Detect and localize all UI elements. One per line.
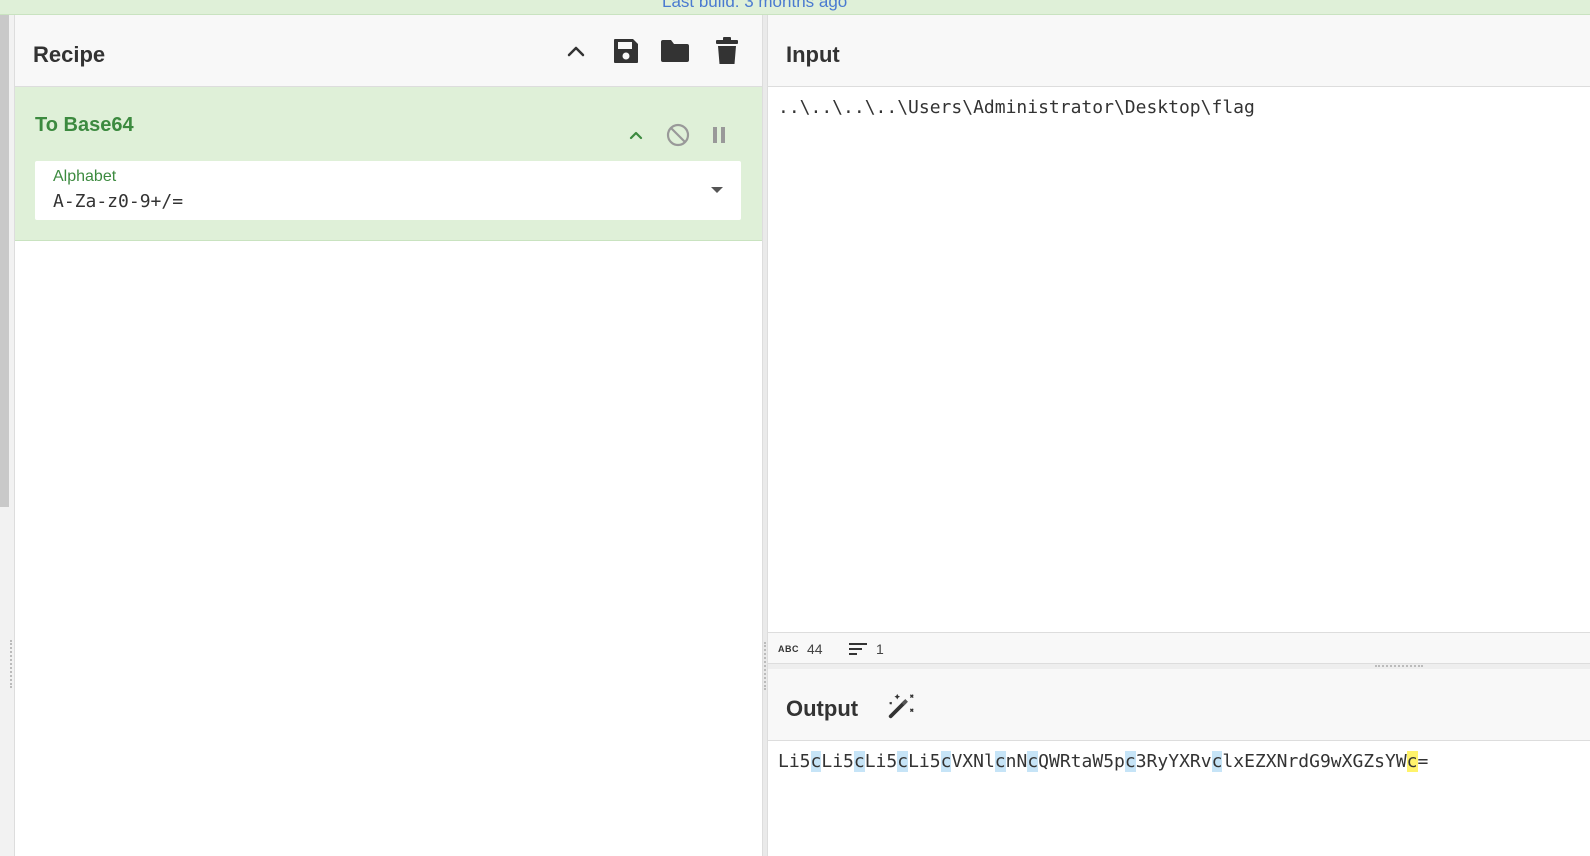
- input-lines-stat: 1: [848, 641, 884, 657]
- lines-icon: [849, 643, 867, 655]
- input-length-stat: ABC 44: [778, 641, 823, 657]
- highlighted-char: c: [1027, 751, 1039, 772]
- highlighted-char: c: [810, 751, 822, 772]
- horizontal-resize-handle[interactable]: [1375, 665, 1423, 667]
- output-segment: Li5: [908, 751, 941, 772]
- save-icon[interactable]: [611, 36, 641, 66]
- disable-icon[interactable]: [664, 121, 692, 149]
- output-header: Output: [768, 669, 1590, 741]
- input-length: 44: [807, 641, 823, 657]
- magic-wand-icon[interactable]: [886, 691, 916, 721]
- output-segment: 3RyYXRv: [1135, 751, 1212, 772]
- input-lines: 1: [876, 641, 884, 657]
- output-segment: =: [1417, 751, 1429, 772]
- input-title: Input: [786, 42, 840, 67]
- alphabet-select[interactable]: Alphabet A-Za-z0-9+/=: [35, 161, 741, 220]
- folder-icon[interactable]: [660, 36, 690, 66]
- output-segment: QWRtaW5p: [1038, 751, 1125, 772]
- highlighted-char: c: [994, 751, 1006, 772]
- output-segment: Li5: [778, 751, 811, 772]
- build-banner: Last build: 3 months ago: [0, 0, 1590, 15]
- recipe-title: Recipe: [33, 42, 106, 67]
- operation-to-base64[interactable]: To Base64 Alphabet A-Za-z0-9+/=: [15, 87, 762, 241]
- input-header: Input: [768, 15, 1590, 87]
- left-resize-handle[interactable]: [10, 640, 12, 688]
- chevron-up-icon[interactable]: [561, 37, 591, 67]
- abc-icon: ABC: [778, 644, 799, 654]
- output-title: Output: [786, 696, 859, 721]
- recipe-panel: Recipe To Base64 Alphabet A-Za-z0-9+/=: [15, 15, 762, 856]
- highlighted-char: c: [940, 751, 952, 772]
- input-panel: Input ..\..\..\..\Users\Administrator\De…: [768, 15, 1590, 665]
- output-segment: Li5: [821, 751, 854, 772]
- output-segment: Li5: [864, 751, 898, 772]
- input-textarea[interactable]: ..\..\..\..\Users\Administrator\Desktop\…: [778, 97, 1255, 118]
- operation-title: To Base64: [35, 114, 134, 136]
- output-segment: lxEZXNrdG9wXGZsYW: [1222, 751, 1407, 772]
- alphabet-label: Alphabet: [53, 168, 117, 185]
- recipe-header: Recipe: [15, 15, 762, 87]
- alphabet-value[interactable]: A-Za-z0-9+/=: [53, 191, 183, 212]
- output-textarea[interactable]: Li5cLi5cLi5cLi5cVXNlcnNcQWRtaW5pc3RyYXRv…: [778, 751, 1428, 772]
- output-segment: nN: [1005, 751, 1028, 772]
- trash-icon[interactable]: [712, 36, 742, 66]
- highlighted-char: c: [1406, 751, 1418, 772]
- pause-icon[interactable]: [705, 121, 733, 149]
- output-segment: VXNl: [951, 751, 995, 772]
- left-scrollbar[interactable]: [0, 15, 9, 507]
- chevron-up-icon[interactable]: [622, 121, 650, 149]
- highlighted-char: c: [853, 751, 865, 772]
- highlighted-char: c: [897, 751, 909, 772]
- build-banner-text: Last build: 3 months ago: [662, 0, 848, 11]
- highlighted-char: c: [1211, 751, 1223, 772]
- vertical-resize-handle[interactable]: [764, 642, 766, 690]
- chevron-down-icon[interactable]: [711, 187, 723, 193]
- highlighted-char: c: [1124, 751, 1136, 772]
- input-statusbar: ABC 44 1: [768, 632, 1590, 665]
- output-panel: Output Li5cLi5cLi5cLi5cVXNlcnNcQWRtaW5pc…: [768, 669, 1590, 856]
